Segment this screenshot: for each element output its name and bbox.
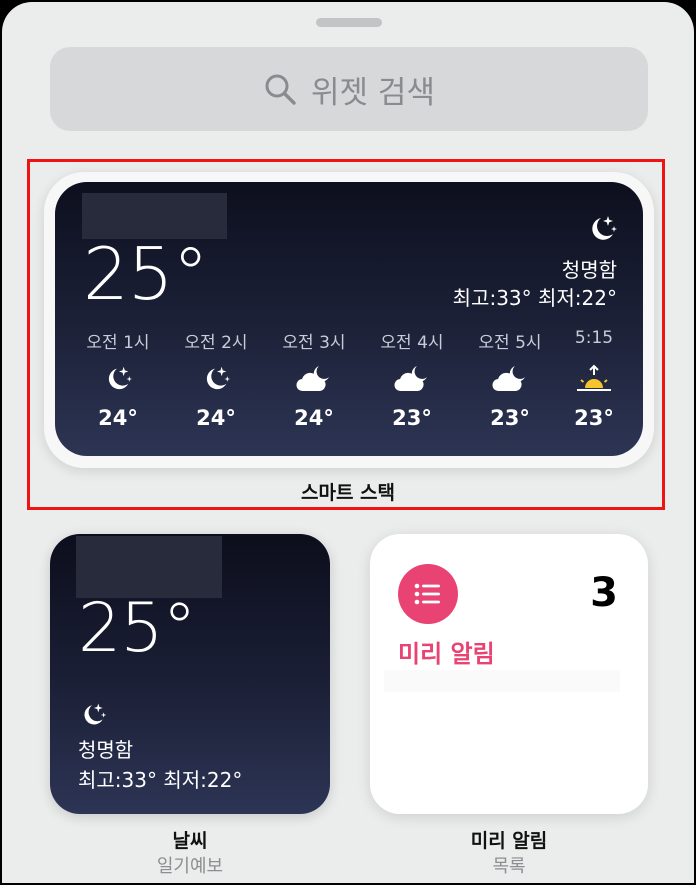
widget-gallery-sheet: 위젯 검색 25° 청명함 최고:33° 최저:22° 오전 1시 24° 오전… [2,2,694,883]
widget-search-field[interactable]: 위젯 검색 [50,47,648,131]
weather-widget-name: 날씨 [172,830,208,852]
reminders-widget[interactable]: 3 미리 알림 [370,534,648,814]
sheet-grabber[interactable] [316,18,382,27]
reminders-widget-subtitle: 목록 [492,856,526,877]
moon-stars-icon [84,703,107,725]
weather-condition: 청명함 [78,738,134,762]
weather-widget-small[interactable]: 25° 청명함 최고:33° 최저:22° [50,534,330,814]
selection-highlight [27,159,665,510]
weather-widget-subtitle: 일기예보 [156,856,224,877]
high-low-temperature: 최고:33° 최저:22° [78,768,243,792]
reminders-widget-name: 미리 알림 [470,830,548,852]
search-icon [265,74,296,105]
list-icon [398,564,458,624]
reminder-placeholder-row [384,670,620,692]
reminders-list-title: 미리 알림 [398,640,495,668]
search-placeholder: 위젯 검색 [311,74,435,111]
current-temperature: 25° [78,589,197,668]
reminders-count: 3 [590,570,618,616]
